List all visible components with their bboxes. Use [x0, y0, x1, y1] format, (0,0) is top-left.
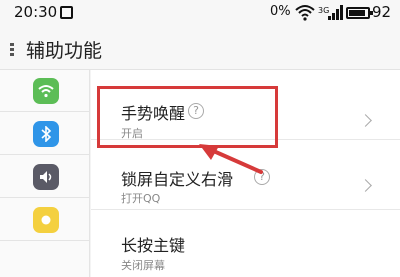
wifi-icon: [33, 78, 59, 104]
wifi-signal-icon: [295, 5, 315, 21]
status-battery-number: 92: [372, 3, 392, 21]
light-icon: [33, 207, 59, 233]
chevron-right-icon: [359, 114, 372, 127]
battery-icon: [346, 7, 373, 19]
annotation-arrow-icon: [199, 144, 263, 174]
cell-signal-icon: 3G: [318, 5, 343, 20]
category-display[interactable]: [0, 199, 90, 241]
sound-icon: [33, 164, 59, 190]
svg-text:3G: 3G: [318, 6, 329, 15]
menu-icon[interactable]: [10, 43, 14, 57]
chevron-right-icon: [359, 179, 372, 192]
category-more: [0, 242, 90, 277]
page-title: 辅助功能: [26, 40, 103, 62]
status-bar: 20:30 0% 3G 92: [0, 0, 400, 26]
status-time: 20:30: [14, 3, 58, 21]
setting-title: 长按主键: [121, 236, 186, 255]
notification-icon: [60, 6, 73, 19]
setting-subtitle: 关闭屏幕: [121, 259, 165, 272]
category-bluetooth[interactable]: [0, 113, 90, 155]
setting-subtitle: 打开QQ: [121, 192, 161, 205]
category-wifi[interactable]: [0, 70, 90, 112]
bluetooth-icon: [33, 121, 59, 147]
category-icon-column: [0, 70, 90, 277]
setting-long-press-home[interactable]: 长按主键 关闭屏幕: [91, 210, 400, 277]
annotation-highlight-box: [97, 86, 278, 148]
title-bar: 辅助功能: [0, 26, 400, 70]
category-sound[interactable]: [0, 156, 90, 198]
status-battery-percent: 0%: [270, 4, 291, 19]
